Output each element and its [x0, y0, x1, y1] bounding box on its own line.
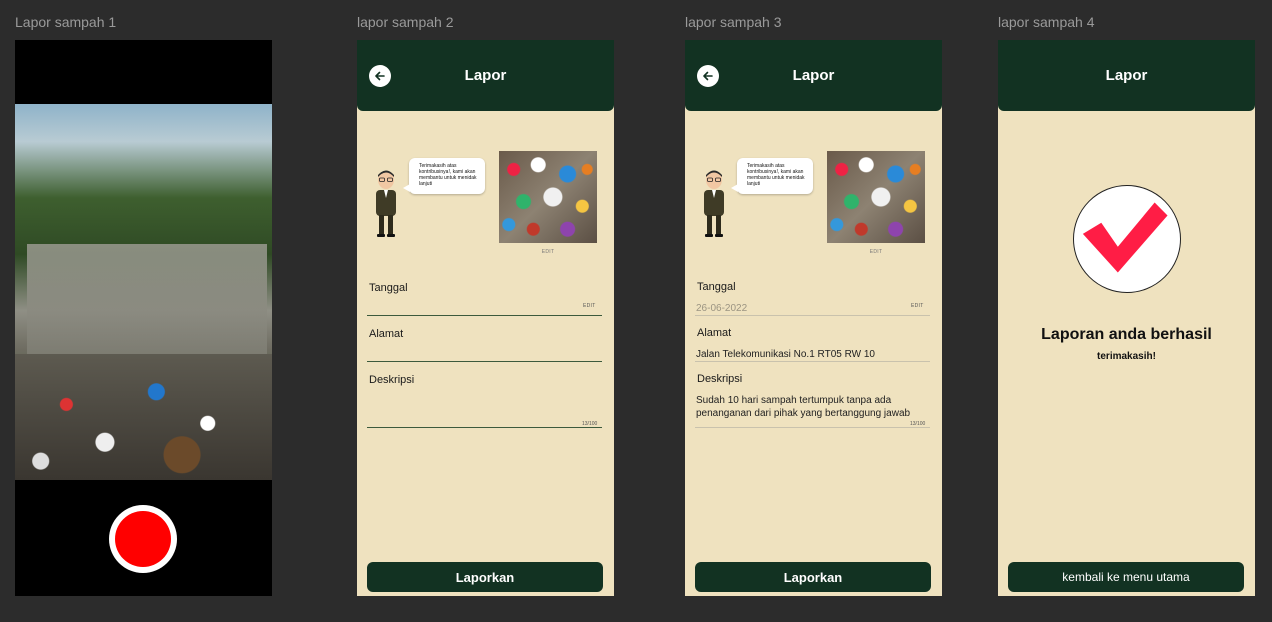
camera-preview — [15, 104, 272, 480]
record-button-icon[interactable] — [109, 505, 177, 573]
page-title: Lapor — [792, 67, 835, 84]
laporkan-button[interactable]: Laporkan — [367, 562, 603, 592]
tanggal-input-line — [695, 315, 930, 316]
alamat-value[interactable]: Jalan Telekomunikasi No.1 RT05 RW 10 — [696, 348, 931, 361]
alamat-label: Alamat — [369, 328, 404, 340]
speech-bubble: Terimakasih atas kontribusinya!, kami ak… — [403, 158, 485, 194]
tanggal-label: Tanggal — [369, 282, 408, 294]
success-badge — [1073, 185, 1181, 293]
report-form-screen: Lapor Terimakasih atas kontribusinya!, k… — [357, 40, 614, 596]
alamat-label: Alamat — [697, 327, 732, 339]
app-header: Lapor — [685, 40, 942, 111]
page-title: Lapor — [1105, 67, 1148, 84]
tanggal-input[interactable] — [367, 315, 602, 316]
checkmark-icon — [1082, 202, 1168, 273]
frame-label-3: lapor sampah 3 — [685, 14, 782, 30]
camera-trash-image — [15, 354, 272, 480]
report-success-screen: Lapor Laporan anda berhasil terimakasih!… — [998, 40, 1255, 596]
photo-edit-button[interactable]: EDIT — [863, 249, 889, 255]
report-filled-screen: Lapor Terimakasih atas kontribusinya!, k… — [685, 40, 942, 596]
kembali-button[interactable]: kembali ke menu utama — [1008, 562, 1244, 592]
deskripsi-value[interactable]: Sudah 10 hari sampah tertumpuk tanpa ada… — [696, 394, 931, 420]
laporkan-button[interactable]: Laporkan — [695, 562, 931, 592]
frame-label-4: lapor sampah 4 — [998, 14, 1095, 30]
deskripsi-label: Deskripsi — [369, 374, 415, 386]
deskripsi-label: Deskripsi — [697, 373, 743, 385]
trash-photo — [827, 151, 925, 243]
frame-label-2: lapor sampah 2 — [357, 14, 454, 30]
trash-photo — [499, 151, 597, 243]
app-header: Lapor — [998, 40, 1255, 111]
tanggal-edit-button[interactable]: EDIT — [583, 303, 596, 309]
camera-screen — [15, 40, 272, 596]
alamat-input-line — [695, 361, 930, 362]
tanggal-edit-button[interactable]: EDIT — [911, 303, 924, 309]
deskripsi-input-line — [695, 427, 930, 428]
deskripsi-input[interactable] — [367, 427, 602, 428]
tanggal-value[interactable]: 26-06-2022 — [696, 302, 931, 315]
tanggal-label: Tanggal — [697, 281, 736, 293]
success-subtitle: terimakasih! — [1097, 351, 1156, 362]
alamat-input[interactable] — [367, 361, 602, 362]
speech-bubble: Terimakasih atas kontribusinya!, kami ak… — [731, 158, 813, 194]
success-title: Laporan anda berhasil — [1041, 326, 1212, 343]
photo-edit-button[interactable]: EDIT — [535, 249, 561, 255]
frame-label-1: Lapor sampah 1 — [15, 14, 117, 30]
page-title: Lapor — [464, 67, 507, 84]
app-header: Lapor — [357, 40, 614, 111]
mascot-illustration — [376, 170, 396, 237]
mascot-illustration — [704, 170, 724, 237]
